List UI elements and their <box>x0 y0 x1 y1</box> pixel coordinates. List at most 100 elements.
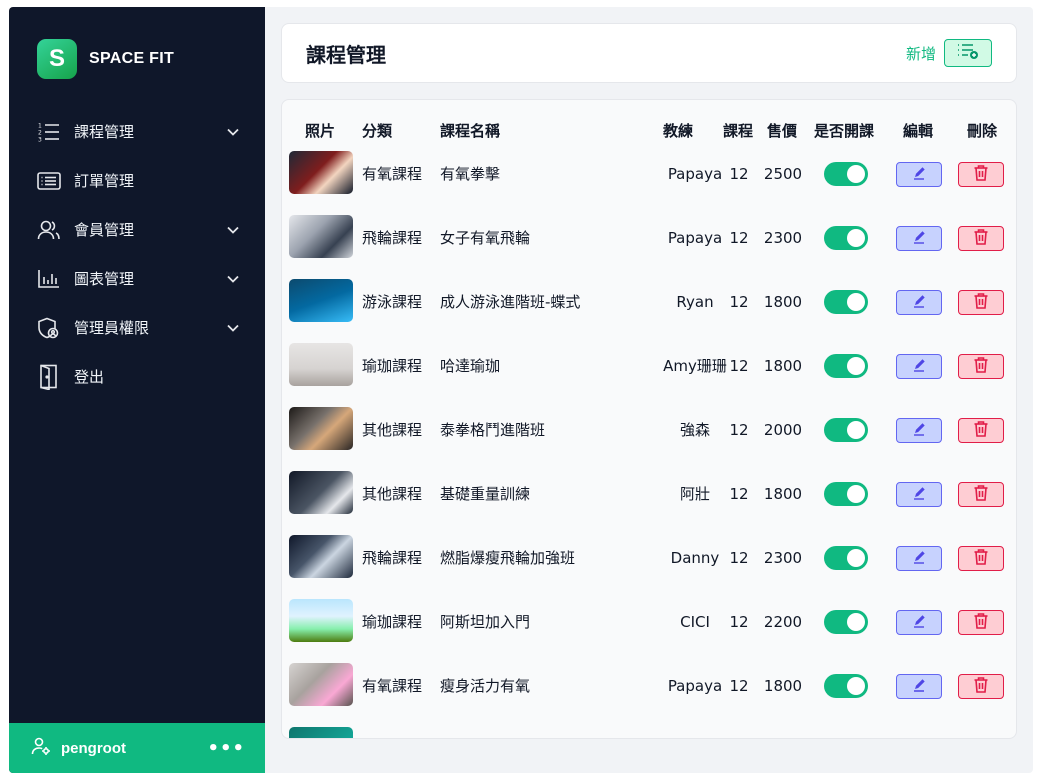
open-toggle[interactable] <box>824 226 868 250</box>
delete-button[interactable] <box>958 674 1004 699</box>
edit-button[interactable] <box>896 354 942 379</box>
open-toggle[interactable] <box>824 546 868 570</box>
toggle-knob <box>847 549 865 567</box>
pencil-icon <box>911 165 927 185</box>
delete-button[interactable] <box>958 418 1004 443</box>
bar-chart-icon <box>37 267 63 291</box>
course-sessions: 12 <box>729 677 749 695</box>
trash-icon <box>973 292 989 314</box>
brand[interactable]: S SPACE FIT <box>37 39 174 79</box>
course-price: 2500 <box>763 165 803 183</box>
col-header-edit: 編輯 <box>903 122 934 140</box>
toggle-knob <box>847 165 865 183</box>
pencil-icon <box>911 421 927 441</box>
open-toggle[interactable] <box>824 290 868 314</box>
course-price: 2000 <box>763 421 803 439</box>
delete-button[interactable] <box>958 226 1004 251</box>
pencil-icon <box>911 229 927 249</box>
col-header-name: 課程名稱 <box>440 122 501 140</box>
course-category: 有氧課程 <box>362 677 423 695</box>
course-photo <box>289 151 353 194</box>
trash-icon <box>973 164 989 186</box>
sidebar-item-admin[interactable]: 管理員權限 <box>9 303 265 352</box>
course-category: 其他課程 <box>362 485 423 503</box>
table-row: 瑜珈課程 哈達瑜珈 Amy珊珊 12 1800 <box>282 336 1016 400</box>
page-title: 課程管理 <box>306 42 386 67</box>
course-sessions: 12 <box>729 229 749 247</box>
svg-text:1: 1 <box>38 122 42 129</box>
table-row: 其他課程 泰拳格鬥進階班 強森 12 2000 <box>282 400 1016 464</box>
toggle-knob <box>847 421 865 439</box>
delete-button[interactable] <box>958 290 1004 315</box>
brand-name: SPACE FIT <box>89 50 175 67</box>
course-name: 成人游泳進階班-蝶式 <box>440 293 581 311</box>
col-header-delete: 刪除 <box>967 122 998 140</box>
add-label[interactable]: 新增 <box>906 43 936 64</box>
add-course-button[interactable] <box>944 39 992 67</box>
edit-button[interactable] <box>896 674 942 699</box>
list-box-icon <box>37 169 63 193</box>
chevron-down-icon[interactable] <box>225 320 241 336</box>
edit-button[interactable] <box>896 610 942 635</box>
sidebar-nav: 1 2 3 課程管理 訂單管理 會員管理 圖表管理 管理員權限 登出 <box>9 107 265 401</box>
course-price: 1800 <box>763 485 803 503</box>
table-header: 照片 分類 課程名稱 教練 課程 售價 是否開課 編輯 刪除 <box>282 120 1016 140</box>
delete-button[interactable] <box>958 354 1004 379</box>
sidebar-item-label: 登出 <box>74 368 105 386</box>
open-toggle[interactable] <box>824 162 868 186</box>
course-category: 瑜珈課程 <box>362 613 423 631</box>
users-icon <box>37 218 63 242</box>
trash-icon <box>973 356 989 378</box>
more-options-icon[interactable]: ••• <box>207 738 245 759</box>
course-price: 2200 <box>763 613 803 631</box>
delete-button[interactable] <box>958 162 1004 187</box>
edit-button[interactable] <box>896 546 942 571</box>
chevron-down-icon[interactable] <box>225 271 241 287</box>
user-bar[interactable]: pengroot ••• <box>9 723 265 773</box>
course-sessions: 12 <box>729 485 749 503</box>
delete-button[interactable] <box>958 482 1004 507</box>
sidebar-item-label: 管理員權限 <box>74 319 150 337</box>
door-icon <box>37 364 63 390</box>
course-sessions: 12 <box>729 613 749 631</box>
edit-button[interactable] <box>896 738 942 739</box>
course-category: 游泳課程 <box>362 293 423 311</box>
col-header-price: 售價 <box>767 122 798 140</box>
edit-button[interactable] <box>896 162 942 187</box>
edit-button[interactable] <box>896 226 942 251</box>
open-toggle[interactable] <box>824 610 868 634</box>
numbered-list-icon: 1 2 3 <box>37 120 63 144</box>
sidebar-item-members[interactable]: 會員管理 <box>9 205 265 254</box>
delete-button[interactable] <box>958 738 1004 739</box>
course-name: 基礎重量訓練 <box>440 485 531 503</box>
course-category: 其他課程 <box>362 421 423 439</box>
edit-button[interactable] <box>896 418 942 443</box>
chevron-down-icon[interactable] <box>225 124 241 140</box>
sidebar-item-courses[interactable]: 1 2 3 課程管理 <box>9 107 265 156</box>
trash-icon <box>973 612 989 634</box>
table-row: 有氧課程 瘦身活力有氧 Papaya 12 1800 <box>282 656 1016 720</box>
delete-button[interactable] <box>958 610 1004 635</box>
shield-user-icon <box>37 316 63 340</box>
user-settings-icon <box>31 736 51 760</box>
open-toggle[interactable] <box>824 674 868 698</box>
open-toggle[interactable] <box>824 482 868 506</box>
sidebar-item-orders[interactable]: 訂單管理 <box>9 156 265 205</box>
chevron-placeholder <box>225 173 241 189</box>
toggle-knob <box>847 293 865 311</box>
course-name: 有氧拳擊 <box>440 165 501 183</box>
chevron-placeholder <box>225 369 241 385</box>
open-toggle[interactable] <box>824 418 868 442</box>
sidebar-item-charts[interactable]: 圖表管理 <box>9 254 265 303</box>
pencil-icon <box>911 485 927 505</box>
course-photo <box>289 215 353 258</box>
course-name: 哈達瑜珈 <box>440 357 501 375</box>
sidebar-item-logout[interactable]: 登出 <box>9 352 265 401</box>
chevron-down-icon[interactable] <box>225 222 241 238</box>
edit-button[interactable] <box>896 290 942 315</box>
col-header-open: 是否開課 <box>814 122 875 140</box>
logo: S <box>37 39 77 79</box>
edit-button[interactable] <box>896 482 942 507</box>
open-toggle[interactable] <box>824 354 868 378</box>
delete-button[interactable] <box>958 546 1004 571</box>
